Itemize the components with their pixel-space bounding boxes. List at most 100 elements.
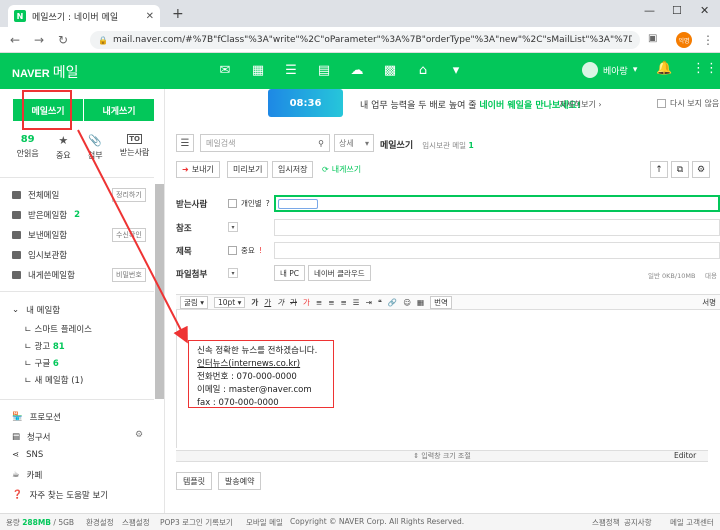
new-tab-icon[interactable]: + bbox=[172, 6, 184, 22]
quote-icon[interactable]: ❝ bbox=[378, 298, 382, 307]
help-icon[interactable]: ? bbox=[266, 199, 270, 208]
dropdown-icon[interactable]: ▾ bbox=[446, 60, 466, 80]
table-icon[interactable]: ▦ bbox=[417, 298, 424, 307]
banner-text[interactable]: 내 업무 능력을 두 배로 높여 줄 네이버 웨일을 만나보세요! bbox=[360, 98, 581, 111]
calendar-icon[interactable]: ▦ bbox=[248, 60, 268, 80]
link-icon[interactable]: 🔗 bbox=[388, 298, 397, 307]
home-icon[interactable]: ⌂ bbox=[413, 60, 433, 80]
faq-link[interactable]: ❓ 자주 찾는 도움말 보기 bbox=[12, 489, 108, 501]
mailbox-drafts[interactable]: 임시보관함 bbox=[12, 249, 67, 261]
mailbox-sent[interactable]: 보낸메일함 bbox=[12, 229, 67, 241]
apps-grid-icon[interactable]: ⋮⋮ bbox=[692, 61, 718, 76]
underline-button[interactable]: 가 bbox=[264, 297, 271, 308]
reload-icon[interactable]: ↻ bbox=[58, 33, 68, 47]
hamburger-icon[interactable]: ☰ bbox=[176, 134, 194, 152]
italic-button[interactable]: 가 bbox=[277, 297, 284, 308]
drafts-link[interactable]: 임시보관 메일 1 bbox=[422, 141, 473, 150]
quick-recipient[interactable]: TO 받는사람 bbox=[120, 134, 149, 161]
menu-dots-icon[interactable]: ⋮ bbox=[702, 33, 714, 47]
list-icon[interactable]: ☰ bbox=[353, 298, 360, 307]
footer-link[interactable]: 스팸설정 bbox=[122, 517, 150, 528]
cc-toggle-icon[interactable]: ▾ bbox=[228, 222, 238, 232]
folder-ad[interactable]: ㄴ 광고 81 bbox=[24, 340, 65, 352]
banner-more-link[interactable]: 자세히보기 › bbox=[559, 99, 602, 110]
mailbox-inbox[interactable]: 받은메일함 2 bbox=[12, 209, 80, 221]
align-right-icon[interactable]: ≡ bbox=[341, 298, 347, 307]
naver-logo[interactable]: NAVER 메일 bbox=[12, 62, 78, 82]
my-mailbox-toggle[interactable]: ⌄ 내 메일함 bbox=[12, 304, 60, 316]
search-icon[interactable]: ⚲ bbox=[318, 139, 324, 148]
bell-icon[interactable]: 🔔 bbox=[656, 61, 672, 76]
signature-button[interactable]: 서명 bbox=[702, 297, 716, 308]
back-icon[interactable]: ← bbox=[10, 33, 20, 47]
footer-link[interactable]: 스팸정책 bbox=[592, 517, 620, 528]
cleanup-button[interactable]: 정리하기 bbox=[112, 188, 146, 202]
indent-icon[interactable]: ⇥ bbox=[366, 298, 372, 307]
footer-link[interactable]: POP3 로그인 기록보기 bbox=[160, 517, 233, 528]
naver-cloud-button[interactable]: 네이버 클라우드 bbox=[308, 265, 371, 281]
mailbox-all[interactable]: 전체메일 bbox=[12, 189, 59, 201]
user-menu[interactable]: 베아랑 ▾ bbox=[582, 62, 637, 78]
mail-icon[interactable]: ✉ bbox=[215, 60, 235, 80]
important-checkbox[interactable]: 중요! bbox=[228, 245, 262, 256]
translate-button[interactable]: 번역 bbox=[430, 295, 452, 309]
folder-google[interactable]: ㄴ 구글 6 bbox=[24, 357, 59, 369]
gear-icon[interactable]: ⚙ bbox=[135, 430, 143, 440]
quick-unread[interactable]: 89 안읽음 bbox=[17, 134, 39, 161]
editor-resize-bar[interactable]: ⇕ 입력창 크기 조절 bbox=[176, 450, 708, 462]
grid-app-icon[interactable]: ▩ bbox=[380, 60, 400, 80]
minimize-icon[interactable]: — bbox=[644, 4, 655, 17]
folder-sns[interactable]: ⋖ SNS bbox=[12, 450, 43, 460]
font-color-button[interactable]: 가 bbox=[303, 297, 310, 308]
popout-icon[interactable]: ⧉ bbox=[671, 161, 689, 178]
my-pc-button[interactable]: 내 PC bbox=[274, 265, 306, 281]
align-left-icon[interactable]: ≡ bbox=[316, 298, 322, 307]
maximize-icon[interactable]: ☐ bbox=[672, 4, 682, 17]
to-input[interactable] bbox=[274, 195, 720, 212]
close-window-icon[interactable]: ✕ bbox=[700, 4, 709, 17]
search-detail-dropdown[interactable]: 상세 ▾ bbox=[334, 134, 374, 152]
mailbox-self[interactable]: 내게쓴메일함 bbox=[12, 269, 75, 281]
align-center-icon[interactable]: ≡ bbox=[328, 298, 334, 307]
settings-gear-icon[interactable]: ⚙ bbox=[692, 161, 710, 178]
list-icon[interactable]: ☰ bbox=[281, 60, 301, 80]
tab-close-icon[interactable]: ✕ bbox=[146, 11, 154, 22]
browser-tab[interactable]: N 메일쓰기 : 네이버 메일 ✕ bbox=[8, 5, 160, 27]
editor-body[interactable]: 신속 정확한 뉴스를 전하겠습니다. 인터뉴스(internews.co.kr)… bbox=[176, 310, 720, 448]
write-self-link[interactable]: ⟳ 내게쓰기 bbox=[317, 161, 367, 178]
folder-promotion[interactable]: 🏪 프로모션 bbox=[12, 411, 61, 423]
size-select[interactable]: 10pt ▾ bbox=[213, 296, 246, 308]
preview-button[interactable]: 미리보기 bbox=[227, 161, 269, 178]
forward-icon[interactable]: → bbox=[34, 33, 44, 47]
strike-button[interactable]: 가 bbox=[290, 297, 297, 308]
banner-image[interactable]: 08:36 bbox=[268, 89, 343, 117]
up-arrow-icon[interactable]: ↑ bbox=[650, 161, 668, 178]
password-button[interactable]: 비밀번호 bbox=[112, 268, 146, 282]
footer-link[interactable]: 모바일 메일 bbox=[246, 517, 283, 528]
folder-bills[interactable]: ▤ 청구서 bbox=[12, 431, 51, 443]
footer-link[interactable]: 공지사항 bbox=[624, 517, 652, 528]
memo-icon[interactable]: ▤ bbox=[314, 60, 334, 80]
quick-attach[interactable]: 📎 첨부 bbox=[88, 134, 103, 161]
send-button[interactable]: ➜ 보내기 bbox=[176, 161, 220, 178]
write-self-button[interactable]: 내게쓰기 bbox=[84, 99, 154, 121]
folder-smartplace[interactable]: ㄴ 스마트 플레이스 bbox=[24, 323, 92, 335]
cc-input[interactable] bbox=[274, 219, 720, 236]
attach-toggle-icon[interactable]: ▾ bbox=[228, 268, 238, 278]
folder-new[interactable]: ㄴ 새 메일함 (1) bbox=[24, 374, 83, 386]
quick-important[interactable]: ★ 중요 bbox=[56, 134, 71, 161]
bold-button[interactable]: 가 bbox=[251, 297, 258, 308]
footer-link[interactable]: 환경설정 bbox=[86, 517, 114, 528]
profile-avatar[interactable]: 익명 bbox=[676, 32, 692, 48]
emoji-icon[interactable]: ☺ bbox=[403, 298, 411, 307]
folder-cafe[interactable]: ☕ 카페 bbox=[12, 469, 42, 481]
footer-link[interactable]: 메일 고객센터 bbox=[670, 517, 714, 528]
banner-hide-checkbox[interactable]: 다시 보지 않음 bbox=[657, 98, 719, 109]
sidebar-scrollbar[interactable] bbox=[155, 184, 164, 399]
template-button[interactable]: 템플릿 bbox=[176, 472, 213, 490]
read-receipt-button[interactable]: 수신확인 bbox=[112, 228, 146, 242]
to-token-input[interactable] bbox=[278, 199, 318, 209]
individual-checkbox[interactable]: 개인별? bbox=[228, 198, 270, 209]
url-field[interactable]: 🔒 mail.naver.com/#%7B"fClass"%3A"write"%… bbox=[90, 31, 640, 49]
subject-input[interactable] bbox=[274, 242, 720, 259]
